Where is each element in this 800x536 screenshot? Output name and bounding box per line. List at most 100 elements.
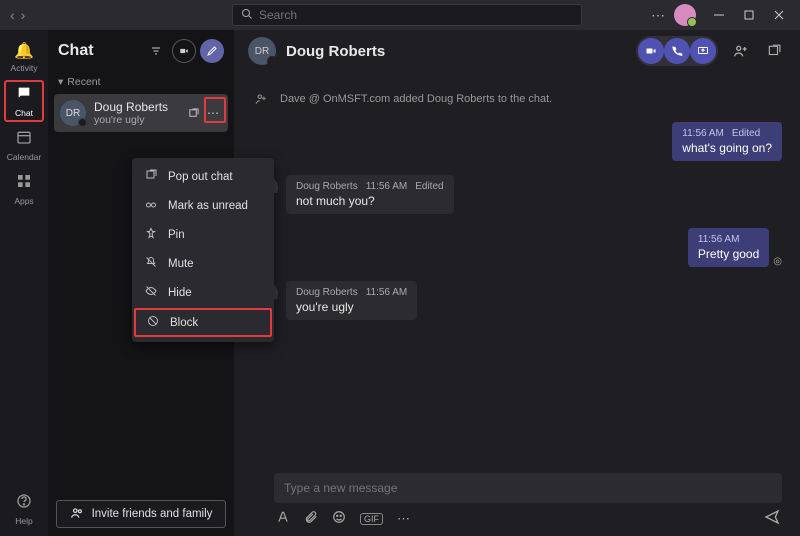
menu-block-label: Block (170, 317, 198, 329)
window-minimize-button[interactable] (704, 0, 734, 30)
format-icon[interactable] (276, 510, 290, 527)
send-button[interactable] (764, 509, 780, 528)
window-close-button[interactable] (764, 0, 794, 30)
calendar-icon (16, 129, 32, 150)
menu-popout[interactable]: Pop out chat (132, 162, 274, 191)
menu-block[interactable]: Block (134, 308, 272, 337)
chat-header-name: Doug Roberts (286, 43, 385, 60)
menu-popout-label: Pop out chat (168, 171, 233, 183)
message-text: what's going on? (682, 141, 772, 155)
nav-back-icon[interactable]: ‹ (10, 7, 15, 23)
pin-icon (144, 227, 158, 242)
popout-icon (144, 169, 158, 184)
call-controls (636, 36, 718, 66)
person-add-icon (252, 90, 270, 108)
compose-area: GIF ⋯ (274, 473, 782, 528)
search-icon (241, 8, 253, 23)
chat-icon (16, 85, 32, 106)
rail-help-label: Help (15, 516, 32, 526)
emoji-icon[interactable] (332, 510, 346, 527)
bell-icon: 🔔 (14, 41, 34, 61)
system-message-text: Dave @ OnMSFT.com added Doug Roberts to … (280, 93, 552, 105)
people-icon (70, 506, 84, 523)
menu-unread-label: Mark as unread (168, 200, 248, 212)
more-options-icon[interactable]: ⋯ (651, 7, 666, 24)
rail-chat-label: Chat (15, 108, 33, 118)
message-edited: Edited (732, 128, 760, 139)
contact-avatar: DR (60, 100, 86, 126)
sidebar-title: Chat (58, 42, 140, 60)
nav-forward-icon[interactable]: › (21, 7, 26, 23)
chat-main: DR Doug Roberts Dave @ OnMSFT.com added … (234, 30, 800, 536)
recent-label-text: Recent (67, 76, 100, 88)
message-author: Doug Roberts (296, 181, 358, 192)
menu-mute-label: Mute (168, 258, 194, 270)
message-time: 11:56 AM (682, 128, 724, 139)
menu-hide-label: Hide (168, 287, 192, 299)
menu-hide[interactable]: Hide (132, 278, 274, 307)
audio-call-button[interactable] (664, 38, 690, 64)
menu-mute[interactable]: Mute (132, 249, 274, 278)
help-icon (16, 493, 32, 514)
message-time: 11:56 AM (366, 181, 408, 192)
message-bubble[interactable]: Doug Roberts11:56 AM you're ugly (286, 281, 417, 320)
add-people-icon[interactable] (728, 39, 752, 63)
message-text: you're ugly (296, 300, 407, 314)
chat-sidebar: Chat ▾ Recent DR Doug Roberts you're ugl… (48, 30, 234, 536)
recent-section[interactable]: ▾ Recent (48, 72, 234, 92)
menu-pin[interactable]: Pin (132, 220, 274, 249)
rail-help[interactable]: Help (4, 488, 44, 530)
read-receipt-icon: ◎ (773, 256, 782, 267)
popout-icon[interactable] (184, 104, 202, 122)
menu-mark-unread[interactable]: Mark as unread (132, 191, 274, 220)
invite-label: Invite friends and family (92, 508, 213, 520)
compose-input[interactable] (284, 481, 772, 495)
chat-item-more-icon[interactable]: ⋯ (204, 104, 222, 122)
global-search[interactable] (232, 4, 582, 26)
rail-activity[interactable]: 🔔 Activity (4, 36, 44, 78)
hide-icon (144, 285, 158, 300)
message-time: 11:56 AM (698, 234, 740, 245)
profile-avatar[interactable] (674, 4, 696, 26)
chat-context-menu: Pop out chat Mark as unread Pin Mute Hid… (132, 158, 274, 342)
message-bubble[interactable]: 11:56 AM Pretty good (688, 228, 769, 267)
invite-friends-button[interactable]: Invite friends and family (56, 500, 226, 528)
rail-chat[interactable]: Chat (4, 80, 44, 122)
message-row: 11:56 AM Edited what's going on? (252, 122, 782, 161)
menu-pin-label: Pin (168, 229, 185, 241)
contact-name: Doug Roberts (94, 100, 176, 114)
message-edited: Edited (415, 181, 443, 192)
message-list: Dave @ OnMSFT.com added Doug Roberts to … (234, 72, 800, 467)
window-maximize-button[interactable] (734, 0, 764, 30)
chat-header-avatar[interactable]: DR (248, 37, 276, 65)
screen-share-button[interactable] (690, 38, 716, 64)
filter-icon[interactable] (144, 39, 168, 63)
new-chat-icon[interactable] (200, 39, 224, 63)
chat-list-item[interactable]: DR Doug Roberts you're ugly ⋯ (54, 94, 228, 132)
app-rail: 🔔 Activity Chat Calendar Apps Help (0, 30, 48, 536)
message-bubble[interactable]: Doug Roberts 11:56 AM Edited not much you? (286, 175, 454, 214)
video-call-button[interactable] (638, 38, 664, 64)
message-row: 11:56 AM Pretty good ◎ (252, 228, 782, 267)
popout-chat-icon[interactable] (762, 39, 786, 63)
message-bubble[interactable]: 11:56 AM Edited what's going on? (672, 122, 782, 161)
chevron-down-icon: ▾ (58, 76, 63, 88)
rail-apps-label: Apps (14, 196, 33, 206)
mute-icon (144, 256, 158, 271)
glasses-icon (144, 198, 158, 213)
message-row: Doug Roberts 11:56 AM Edited not much you? (252, 175, 782, 214)
gif-icon[interactable]: GIF (360, 513, 383, 525)
rail-apps[interactable]: Apps (4, 168, 44, 210)
rail-calendar-label: Calendar (7, 152, 42, 162)
block-icon (146, 315, 160, 330)
system-message: Dave @ OnMSFT.com added Doug Roberts to … (252, 90, 782, 108)
message-text: not much you? (296, 194, 444, 208)
chat-header: DR Doug Roberts (234, 30, 800, 72)
message-row: Doug Roberts11:56 AM you're ugly (252, 281, 782, 320)
meet-now-icon[interactable] (172, 39, 196, 63)
attach-icon[interactable] (304, 510, 318, 527)
rail-calendar[interactable]: Calendar (4, 124, 44, 166)
more-compose-icon[interactable]: ⋯ (397, 511, 410, 527)
compose-input-box[interactable] (274, 473, 782, 503)
search-input[interactable] (259, 8, 573, 22)
